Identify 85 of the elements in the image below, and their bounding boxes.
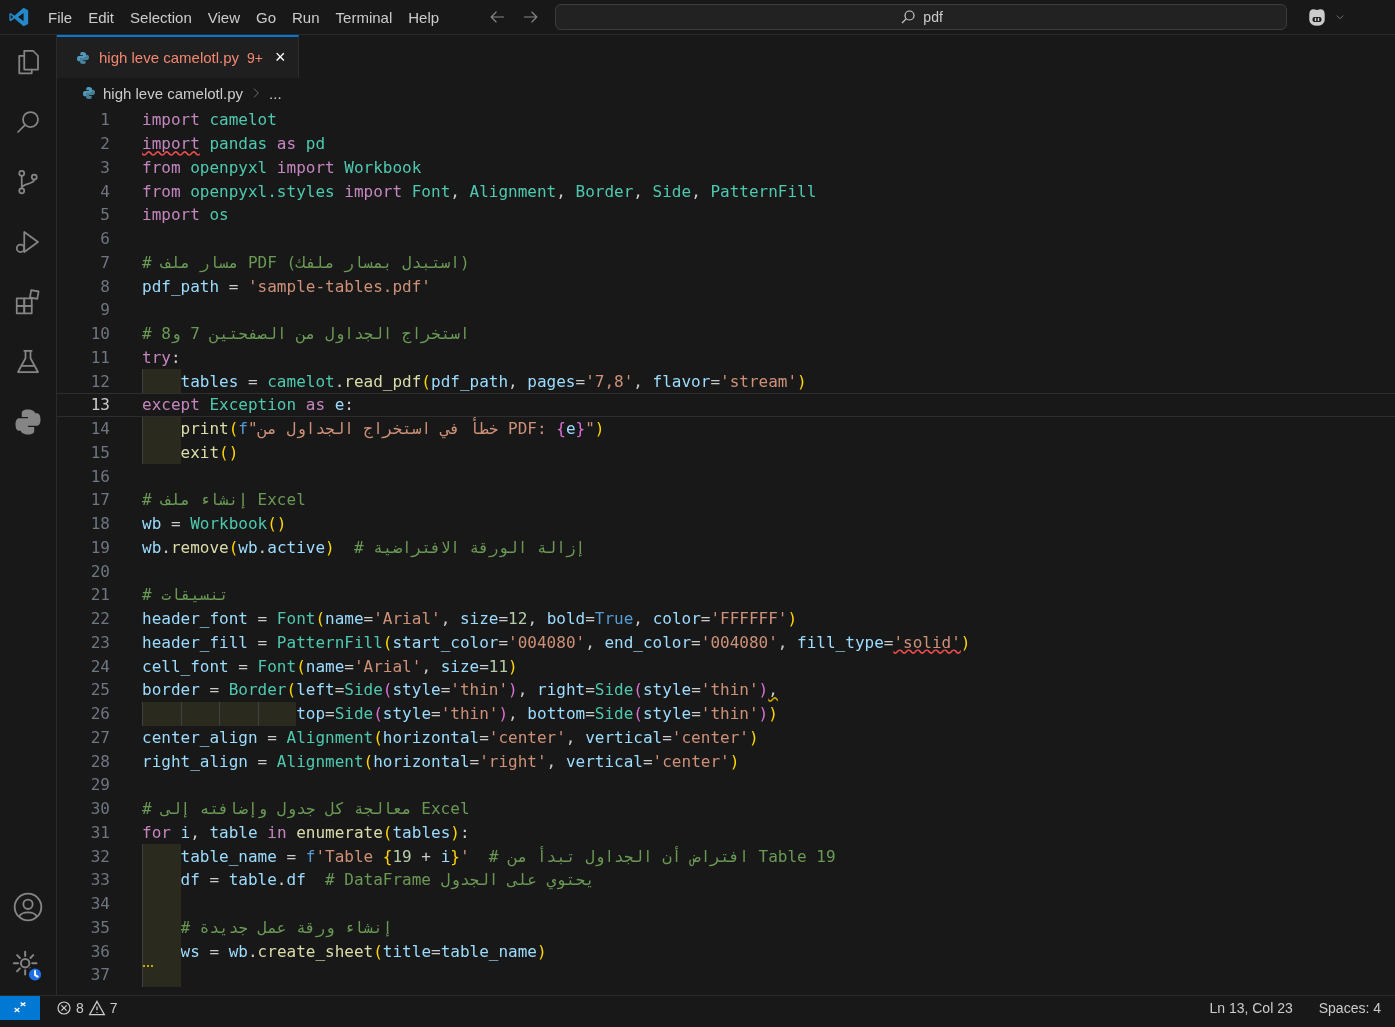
line-number: 11: [89, 347, 110, 367]
line-number: 13: [89, 395, 110, 415]
line-number: 2: [99, 134, 110, 154]
line-number: 4: [99, 181, 110, 201]
breadcrumb-item[interactable]: ...: [269, 84, 282, 102]
code-line: pdf_path = 'sample-tables.pdf': [142, 275, 431, 298]
line-number: 6: [99, 229, 110, 249]
menu-item[interactable]: Selection: [122, 4, 200, 30]
code-line: center_align = Alignment(horizontal='center', vertical='center'): [142, 726, 759, 749]
line-number: 27: [89, 727, 110, 747]
line-number: 8: [99, 276, 110, 296]
breadcrumb-item[interactable]: high leve camelotl.py: [103, 84, 244, 102]
code-line: # معالجة كل جدول وإضافته إلى Excel: [142, 798, 470, 821]
line-number: 28: [89, 751, 110, 771]
line-number: 14: [89, 419, 110, 439]
line-number: 30: [89, 799, 110, 819]
code-line: import pandas as pd: [142, 133, 326, 156]
line-number: 10: [89, 324, 110, 344]
python-icon[interactable]: [13, 407, 43, 437]
code-line: ws = wb.create_sheet(title=table_name): [142, 939, 547, 963]
line-number: 33: [89, 870, 110, 890]
code-line: except Exception as e:: [142, 394, 354, 416]
code-line: try:: [142, 346, 181, 369]
line-number: 36: [89, 941, 110, 961]
code-line: header_fill = PatternFill(start_color='004080', end_color='004080', fill_type='solid'): [142, 631, 971, 654]
menu-item[interactable]: Edit: [80, 4, 123, 30]
line-number: 5: [99, 205, 110, 225]
line-number: 31: [89, 822, 110, 842]
line-number: 22: [89, 609, 110, 629]
menu-item[interactable]: Help: [400, 4, 448, 30]
python-file-icon[interactable]: [81, 85, 97, 101]
line-number: 3: [99, 157, 110, 177]
menu-item[interactable]: Terminal: [327, 4, 401, 30]
settings-icon[interactable]: [11, 949, 45, 983]
code-line: from openpyxl import Workbook: [142, 156, 422, 179]
code-line: wb = Workbook(): [142, 513, 287, 536]
line-number: 26: [89, 704, 110, 724]
code-line: cell_font = Font(name='Arial', size=11): [142, 655, 518, 678]
line-number: 12: [89, 371, 110, 391]
code-line: border = Border(left=Side(style='thin'), right=Side(style='thin'),: [142, 679, 778, 702]
cursor-position[interactable]: Ln 13, Col 23: [1209, 1000, 1293, 1016]
line-number: 24: [89, 656, 110, 676]
indentation-setting[interactable]: Spaces: 4: [1318, 1000, 1381, 1016]
code-line: import camelot: [142, 109, 277, 132]
account-icon[interactable]: [12, 891, 44, 923]
code-line: # إنشاء ملف Excel: [142, 489, 306, 512]
app-logo: [8, 6, 30, 28]
search-field[interactable]: pdf: [555, 4, 1288, 30]
python-file-icon[interactable]: [75, 49, 91, 66]
code-line: # إنشاء ورقة عمل جديدة: [142, 915, 393, 940]
code-line: header_font = Font(name='Arial', size=12, bold=True, color='FFFFFF'): [142, 608, 798, 631]
editor-tab[interactable]: high leve camelotl.py 9+ ×: [57, 35, 299, 78]
code-line: tables = camelot.read_pdf(pdf_path, pages='7,8', flavor='stream'): [142, 369, 807, 393]
code-line: from openpyxl.styles import Font, Alignment, Border, Side, PatternFill: [142, 180, 817, 203]
line-number: 1: [99, 110, 110, 130]
line-number: 37: [89, 965, 110, 985]
line-number: 20: [89, 561, 110, 581]
code-line: # تنسيقات: [142, 584, 229, 607]
menu-item[interactable]: Go: [248, 4, 284, 30]
line-number: 29: [89, 775, 110, 795]
code-line: top=Side(style='thin'), bottom=Side(style='thin')): [142, 701, 778, 726]
line-number: 15: [89, 442, 110, 462]
code-line: # استخراج الجداول من الصفحتين 7 و8: [142, 323, 470, 346]
line-number: 21: [89, 585, 110, 605]
line-number: 16: [89, 466, 110, 486]
code-line: for i, table in enumerate(tables):: [142, 821, 470, 844]
line-number: 32: [89, 846, 110, 866]
line-number: 35: [89, 917, 110, 937]
search-icon: [899, 8, 918, 26]
problems-indicator[interactable]: 8 7: [50, 999, 124, 1017]
menu-item[interactable]: File: [40, 4, 81, 30]
line-number: 23: [89, 632, 110, 652]
code-line: right_align = Alignment(horizontal='right', vertical='center'): [142, 750, 740, 773]
line-number: 19: [89, 537, 110, 557]
code-line: # مسار ملف PDF (استبدل بمسار ملفك): [142, 251, 470, 275]
line-number: 17: [89, 490, 110, 510]
line-number: 7: [99, 252, 110, 272]
menu-item[interactable]: Run: [284, 4, 328, 30]
line-number: 18: [89, 514, 110, 534]
line-number: 25: [89, 680, 110, 700]
menu-item[interactable]: View: [199, 4, 248, 30]
code-line: import os: [142, 204, 229, 227]
code-line: exit(): [142, 440, 239, 465]
line-number: 9: [99, 300, 110, 320]
line-number: 34: [89, 894, 110, 914]
